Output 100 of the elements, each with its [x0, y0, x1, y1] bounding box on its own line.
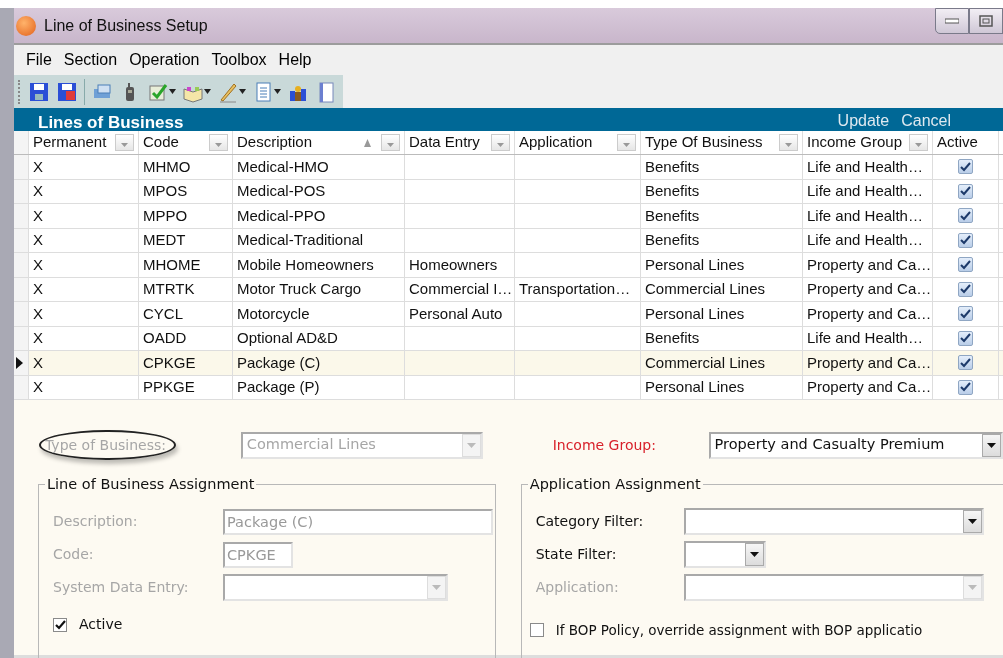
maximize-button[interactable] [969, 8, 1003, 34]
active-checkbox[interactable] [958, 208, 973, 224]
table-cell: Medical-HMO [233, 155, 405, 179]
filter-button[interactable] [909, 134, 928, 151]
grid-title: Lines of Business [38, 114, 184, 131]
active-checkbox[interactable] [958, 355, 973, 371]
table-cell: MPOS [139, 179, 233, 203]
table-cell: MHMO [139, 155, 233, 179]
table-cell: Motorcycle [233, 302, 405, 326]
row-header[interactable] [14, 351, 29, 375]
active-checkbox[interactable] [958, 379, 973, 395]
column-header[interactable]: Income Group [803, 131, 933, 154]
table-cell: X [29, 228, 139, 252]
save-icon [28, 80, 50, 103]
filter-button[interactable] [617, 134, 636, 151]
dropdown-field[interactable] [683, 574, 984, 601]
table-cell: Package (P) [233, 375, 405, 399]
column-header[interactable]: Description [233, 131, 405, 154]
table-cell: X [29, 326, 139, 350]
dropdown-field[interactable] [683, 541, 766, 568]
menu-item[interactable]: Section [57, 48, 124, 72]
checkbox[interactable] [529, 623, 544, 638]
active-checkbox[interactable] [958, 306, 973, 322]
minimize-button[interactable] [935, 8, 969, 34]
grid-action-link[interactable]: Update [831, 111, 896, 131]
filter-button[interactable] [381, 134, 400, 151]
active-checkbox[interactable] [958, 183, 973, 199]
table-cell: Motor Truck Cargo [233, 277, 405, 301]
table-cell: Benefits [641, 204, 803, 228]
maximize-icon [979, 15, 993, 27]
dropdown-arrow-icon [623, 143, 630, 147]
table-cell: Life and Health… [803, 179, 933, 203]
table-cell: Medical-Traditional [233, 228, 405, 252]
table-cell: Package (C) [233, 351, 405, 375]
active-checkbox[interactable] [958, 281, 973, 297]
table-cell: Optional AD&D [233, 326, 405, 350]
table-cell: Personal Lines [641, 302, 803, 326]
dropdown-arrow-icon [749, 552, 759, 557]
caret-icon [239, 89, 246, 94]
table-cell: Life and Health… [803, 155, 933, 179]
checkbox[interactable] [53, 617, 67, 632]
save-close-icon [56, 80, 78, 103]
dropdown-arrow-icon [987, 442, 996, 448]
column-header[interactable]: Data Entry [405, 131, 515, 154]
dropdown-arrow-icon [915, 143, 922, 147]
dropdown-field[interactable] [223, 574, 448, 601]
filter-button[interactable] [779, 134, 798, 151]
table-cell: Benefits [641, 326, 803, 350]
active-checkbox[interactable] [958, 159, 973, 175]
field-label: System Data Entry: [53, 578, 190, 597]
active-checkbox[interactable] [958, 257, 973, 273]
menu-item[interactable]: Help [272, 48, 318, 72]
current-row-icon [16, 356, 24, 369]
table-cell: X [29, 253, 139, 277]
dropdown-arrow-icon [215, 143, 222, 147]
active-checkbox[interactable] [958, 330, 973, 346]
field-label: Application: [535, 578, 620, 597]
table-cell: Property and Ca… [803, 351, 933, 375]
dropdown-field[interactable]: Property and Casualty Premium [708, 431, 1003, 459]
filter-button[interactable] [491, 134, 510, 151]
table-cell: PPKGE [139, 375, 233, 399]
dropdown-arrow-icon [785, 143, 792, 147]
field-label: Type of Business: [45, 436, 166, 453]
dropdown-arrow-icon [121, 143, 128, 147]
dropdown-field[interactable] [683, 508, 984, 535]
table-cell: Medical-PPO [233, 204, 405, 228]
sort-icon [364, 138, 371, 147]
column-header[interactable]: Type Of Business [641, 131, 803, 154]
menu-item[interactable]: Operation [123, 48, 206, 72]
table-cell: Life and Health… [803, 204, 933, 228]
field-label: State Filter: [535, 545, 618, 564]
table-cell: Transportation… [515, 277, 641, 301]
table-cell: Commercial Lines [641, 351, 803, 375]
filter-button[interactable] [115, 134, 134, 151]
grid-action-link[interactable]: Cancel [895, 111, 957, 131]
checkbox-label: If BOP Policy, override assignment with BOP applicatio [555, 621, 923, 640]
table-cell: Commercial Lines [641, 277, 803, 301]
column-header[interactable]: Active [933, 131, 999, 154]
table-cell: Homeowners [405, 253, 515, 277]
toolbar-button[interactable] [56, 80, 78, 103]
menu-item[interactable]: Toolbox [205, 48, 273, 72]
column-header[interactable]: Permanent [29, 131, 139, 154]
table-cell: X [29, 351, 139, 375]
table-cell: Property and Ca… [803, 253, 933, 277]
active-checkbox[interactable] [958, 232, 973, 248]
caret-icon [274, 89, 281, 94]
toolbar-button[interactable] [28, 80, 50, 103]
filter-button[interactable] [209, 134, 228, 151]
dropdown-arrow-icon [497, 143, 504, 147]
minimize-icon [945, 18, 959, 24]
toolbar-grip [18, 79, 22, 104]
window-title: Line of Business Setup [44, 15, 208, 36]
menu-item[interactable]: File [20, 48, 58, 72]
caret-icon [204, 89, 211, 94]
column-header[interactable]: Code [139, 131, 233, 154]
dropdown-arrow-icon [967, 585, 977, 590]
column-header[interactable]: Application [515, 131, 641, 154]
field-label: Category Filter: [535, 512, 645, 531]
table-cell: Personal Lines [641, 253, 803, 277]
field-label: Income Group: [552, 435, 657, 455]
